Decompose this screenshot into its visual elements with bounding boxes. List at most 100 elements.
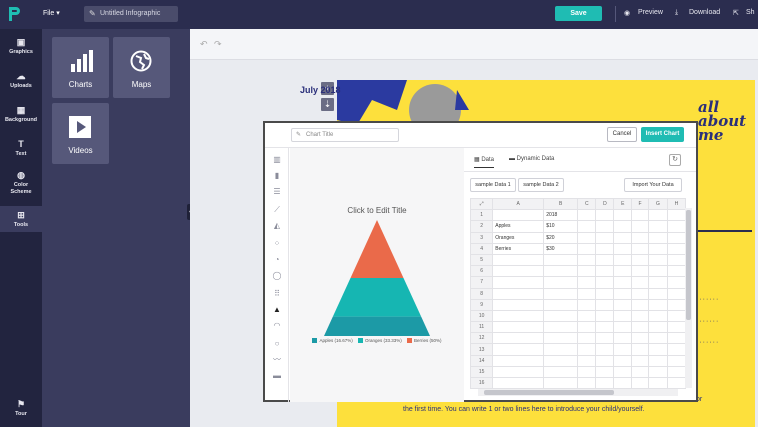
grid-cell[interactable] [613, 265, 633, 278]
grid-cell[interactable] [492, 354, 545, 367]
sparkline-chart-icon[interactable]: 〰 [269, 354, 285, 366]
grid-cell[interactable] [631, 332, 650, 345]
grid-cell[interactable] [595, 231, 615, 244]
charts-tile[interactable]: Charts [52, 37, 109, 98]
pie-chart-icon[interactable]: ◔ [269, 254, 285, 266]
grid-cell[interactable] [543, 376, 579, 390]
grid-cell[interactable] [613, 220, 633, 233]
grid-cell[interactable] [613, 332, 633, 345]
scroll-thumb[interactable] [484, 390, 614, 395]
grid-cell[interactable] [492, 276, 545, 289]
rail-item-uploads[interactable]: ☁ Uploads [0, 71, 42, 89]
grid-cell[interactable]: $30 [543, 242, 579, 255]
grid-cell[interactable]: Berries [492, 242, 545, 255]
rail-item-tour[interactable]: ⚑ Tour [0, 399, 42, 417]
grid-cell[interactable] [613, 321, 633, 334]
grid-cell[interactable] [631, 365, 650, 379]
chart-title-input[interactable]: ✎ Chart Title [291, 128, 399, 142]
grid-cell[interactable] [666, 265, 687, 278]
column-header[interactable]: D [595, 197, 615, 211]
app-logo-icon[interactable] [6, 5, 22, 23]
save-button[interactable]: Save [555, 6, 602, 21]
grid-cell[interactable] [543, 298, 579, 311]
column-header[interactable]: E [613, 197, 633, 211]
grid-cell[interactable] [492, 343, 545, 356]
area-chart-icon[interactable]: ◭ [269, 220, 285, 232]
grid-cell[interactable] [577, 231, 597, 244]
grid-cell[interactable] [666, 321, 687, 334]
grid-cell[interactable] [613, 298, 633, 311]
grid-cell[interactable] [648, 354, 668, 367]
grid-cell[interactable] [577, 376, 597, 390]
grid-cell[interactable] [492, 298, 545, 311]
grid-cell[interactable] [492, 309, 545, 323]
grid-cell[interactable] [631, 343, 650, 356]
file-menu[interactable]: File ▾ [43, 9, 60, 17]
line-chart-icon[interactable]: ⟋ [269, 204, 285, 216]
grid-cell[interactable] [577, 332, 597, 345]
tab-data[interactable]: ▦ Data [474, 156, 495, 168]
column-chart-icon[interactable]: ▮ [269, 170, 285, 182]
grid-cell[interactable] [648, 265, 668, 278]
grid-cell[interactable] [631, 376, 650, 390]
grid-cell[interactable] [648, 376, 668, 390]
import-data-button[interactable]: Import Your Data [624, 178, 682, 192]
grid-cell[interactable] [613, 287, 633, 300]
grid-cell[interactable] [577, 309, 597, 323]
grid-cell[interactable] [577, 354, 597, 367]
grid-cell[interactable]: $10 [543, 220, 579, 233]
grid-cell[interactable] [595, 253, 615, 267]
grid-cell[interactable] [631, 242, 650, 255]
download-icon[interactable]: ⤓ [675, 9, 678, 17]
column-header[interactable]: H [666, 197, 687, 211]
grid-cell[interactable] [577, 365, 597, 379]
grid-cell[interactable] [648, 309, 668, 323]
grid-cell[interactable] [492, 287, 545, 300]
grid-cell[interactable] [577, 265, 597, 278]
grid-cell[interactable] [666, 332, 687, 345]
pyramid-chart[interactable] [290, 218, 464, 338]
column-header[interactable]: F [631, 197, 650, 211]
grid-cell[interactable] [648, 231, 668, 244]
column-header[interactable]: G [648, 197, 668, 211]
grid-cell[interactable] [631, 220, 650, 233]
grid-cell[interactable] [595, 354, 615, 367]
grid-cell[interactable] [666, 276, 687, 289]
pyramid-chart-icon[interactable]: ▲ [269, 304, 285, 316]
cancel-button[interactable]: Cancel [607, 127, 637, 142]
undo-icon[interactable]: ↶ [200, 39, 208, 50]
insert-chart-button[interactable]: Insert Chart [641, 127, 684, 142]
grid-cell[interactable] [648, 209, 668, 222]
rail-item-background[interactable]: ▦ Background [0, 105, 42, 123]
grid-cell[interactable] [595, 365, 615, 379]
gauge-chart-icon[interactable]: ◠ [269, 320, 285, 332]
stacked-bar-chart-icon[interactable]: ☰ [269, 186, 285, 198]
grid-cell[interactable] [666, 354, 687, 367]
grid-cell[interactable] [631, 253, 650, 267]
more-charts-icon[interactable]: ▬ [269, 370, 285, 382]
grid-cell[interactable] [631, 231, 650, 244]
grid-cell[interactable] [631, 287, 650, 300]
grid-cell[interactable] [648, 321, 668, 334]
vertical-scrollbar[interactable] [685, 208, 692, 388]
grid-cell[interactable] [595, 332, 615, 345]
redo-icon[interactable]: ↷ [214, 39, 222, 50]
grid-cell[interactable] [543, 343, 579, 356]
share-icon[interactable]: ⇱ [733, 9, 739, 17]
grid-cell[interactable] [613, 209, 633, 222]
donut-chart-icon[interactable]: ◯ [269, 270, 285, 282]
horizontal-scrollbar[interactable] [478, 389, 678, 396]
grid-cell[interactable] [631, 276, 650, 289]
rail-item-tools[interactable]: ⊞ Tools [0, 206, 42, 232]
grid-cell[interactable] [613, 276, 633, 289]
grid-cell[interactable]: Apples [492, 220, 545, 233]
grid-cell[interactable] [492, 376, 545, 390]
grid-cell[interactable]: $20 [543, 231, 579, 244]
grid-cell[interactable] [613, 376, 633, 390]
grid-cell[interactable]: 2018 [543, 209, 579, 222]
grid-cell[interactable] [613, 354, 633, 367]
grid-cell[interactable] [666, 376, 687, 390]
grid-cell[interactable] [631, 321, 650, 334]
grid-cell[interactable] [648, 287, 668, 300]
bubble-chart-icon[interactable]: ○ [269, 338, 285, 350]
